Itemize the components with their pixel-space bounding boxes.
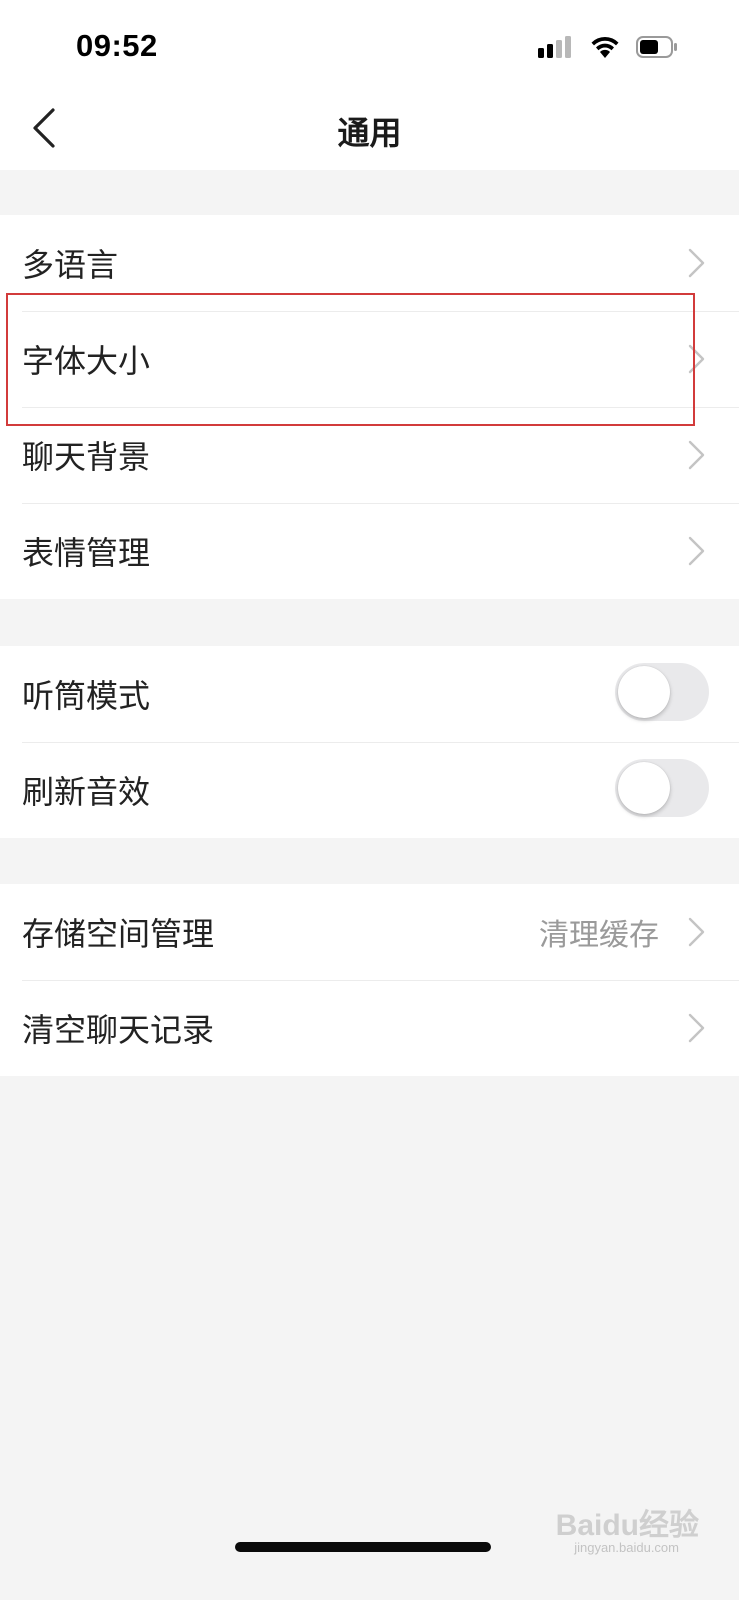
settings-row-emoji-management[interactable]: 表情管理 (0, 503, 739, 599)
row-label: 多语言 (22, 246, 119, 284)
chevron-right-icon (687, 440, 705, 474)
refresh-sound-toggle[interactable] (615, 759, 709, 817)
settings-row-clear-chat-history[interactable]: 清空聊天记录 (0, 980, 739, 1076)
toggle-knob (618, 762, 670, 814)
status-bar: 09:52 (0, 0, 739, 90)
row-label: 聊天背景 (22, 438, 151, 476)
settings-group-sound: 听筒模式 刷新音效 (0, 646, 739, 838)
baidu-watermark-url: jingyan.baidu.com (574, 1540, 679, 1555)
settings-group-storage: 存储空间管理 清理缓存 清空聊天记录 (0, 884, 739, 1076)
row-label: 字体大小 (22, 342, 151, 380)
chevron-right-icon (687, 344, 705, 378)
cellular-signal-icon (538, 36, 572, 64)
chevron-right-icon (687, 536, 705, 570)
baidu-watermark: Baidu经验 (555, 1509, 699, 1542)
row-label: 清空聊天记录 (22, 1011, 215, 1049)
row-label: 刷新音效 (22, 773, 151, 811)
status-time: 09:52 (76, 28, 158, 63)
row-label: 存储空间管理 (22, 915, 215, 953)
battery-icon (636, 36, 678, 62)
chevron-right-icon (687, 917, 705, 951)
settings-row-refresh-sound: 刷新音效 (0, 742, 739, 838)
page-title: 通用 (337, 114, 402, 152)
chevron-right-icon (687, 1013, 705, 1047)
nav-bar: 通用 (0, 90, 739, 170)
settings-row-language[interactable]: 多语言 (0, 215, 739, 311)
clear-cache-value: 清理缓存 (539, 918, 659, 953)
settings-row-storage-management[interactable]: 存储空间管理 清理缓存 (0, 884, 739, 980)
earpiece-mode-toggle[interactable] (615, 663, 709, 721)
settings-group-display: 多语言 字体大小 聊天背景 表情管理 (0, 215, 739, 599)
chevron-right-icon (687, 248, 705, 282)
row-label: 表情管理 (22, 534, 151, 572)
row-label: 听筒模式 (22, 677, 151, 715)
wifi-icon (590, 34, 620, 64)
settings-row-earpiece-mode: 听筒模式 (0, 646, 739, 742)
home-indicator[interactable] (235, 1542, 491, 1552)
toggle-knob (618, 666, 670, 718)
settings-row-font-size[interactable]: 字体大小 (0, 311, 739, 407)
settings-row-chat-background[interactable]: 聊天背景 (0, 407, 739, 503)
